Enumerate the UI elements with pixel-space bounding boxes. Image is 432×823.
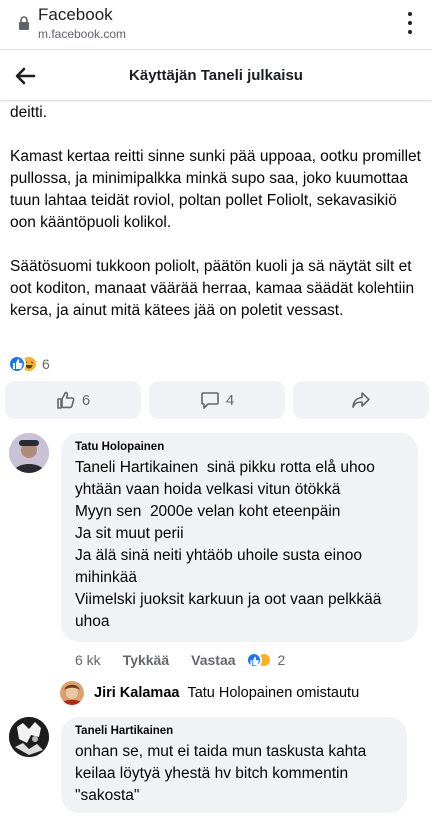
- page-header: Käyttäjän Taneli julkaisu: [0, 51, 432, 101]
- share-button[interactable]: [293, 381, 429, 419]
- avatar[interactable]: [9, 433, 49, 473]
- comment-reaction-count: 2: [277, 652, 286, 668]
- post-paragraph: deitti.: [10, 104, 48, 121]
- comment-reply-button[interactable]: Vastaa: [191, 652, 235, 668]
- comment-text: onhan se, mut ei taida mun taskusta kaht…: [75, 741, 395, 807]
- avatar[interactable]: [9, 717, 49, 757]
- more-options-icon[interactable]: [406, 12, 414, 34]
- comment-author[interactable]: Taneli Hartikainen: [75, 725, 395, 737]
- comment-author[interactable]: Tatu Holopainen: [75, 441, 406, 453]
- comment-line: Myyn sen 2000e velan koht eteenpäin: [75, 503, 341, 520]
- page-title: Käyttäjän Taneli julkaisu: [129, 67, 303, 84]
- comment-line: onhan se, mut ei taida mun taskusta kaht…: [75, 743, 371, 804]
- post-body: deitti. Kamast kertaa reitti sinne sunki…: [10, 102, 422, 344]
- comment-meta: 6 kk Tykkää Vastaa 2: [75, 650, 285, 670]
- comment-like-button[interactable]: Tykkää: [123, 652, 169, 668]
- like-reaction-icon: [8, 355, 26, 373]
- comment-line: Taneli Hartikainen sinä pikku rotta elå …: [75, 459, 380, 498]
- like-count: 6: [81, 391, 91, 409]
- post-paragraph: Säätösuomi tukkoon poliolt, päätön kuoli…: [10, 258, 415, 319]
- site-url[interactable]: m.facebook.com: [38, 27, 126, 41]
- reaction-count: 6: [42, 356, 50, 372]
- post-actions: 6 4: [5, 381, 429, 419]
- like-reaction-icon: [245, 652, 262, 668]
- lock-icon: [19, 16, 29, 30]
- reply-author[interactable]: Jiri Kalamaa: [94, 685, 179, 701]
- share-icon: [352, 392, 370, 408]
- comment-icon: [201, 392, 219, 409]
- reply-preview[interactable]: Jiri Kalamaa Tatu Holopainen omistautu: [60, 680, 420, 706]
- comment-bubble: Taneli Hartikainen onhan se, mut ei taid…: [61, 717, 407, 813]
- comment-count: 4: [225, 391, 235, 409]
- like-button[interactable]: 6: [5, 381, 141, 419]
- comment-text: Taneli Hartikainen sinä pikku rotta elå …: [75, 457, 406, 633]
- comment-line: Ja älä sinä neiti yhtäöb uhoile susta ei…: [75, 547, 367, 586]
- reactions-summary[interactable]: 6: [8, 354, 50, 374]
- thumbs-up-icon: [57, 391, 75, 409]
- avatar[interactable]: [60, 681, 84, 705]
- comment-bubble: Tatu Holopainen Taneli Hartikainen sinä …: [61, 433, 418, 642]
- site-title: Facebook: [38, 5, 113, 24]
- comment-line: Ja sit muut perii: [75, 525, 184, 542]
- comment-line: Viimelski juoksit karkuun ja oot vaan pe…: [75, 591, 386, 630]
- reply-text: Tatu Holopainen omistautu: [187, 685, 360, 701]
- comment-button[interactable]: 4: [149, 381, 285, 419]
- comment-timestamp: 6 kk: [75, 652, 101, 668]
- browser-bar: Facebook m.facebook.com: [0, 0, 432, 50]
- post-paragraph: Kamast kertaa reitti sinne sunki pää upp…: [10, 148, 421, 231]
